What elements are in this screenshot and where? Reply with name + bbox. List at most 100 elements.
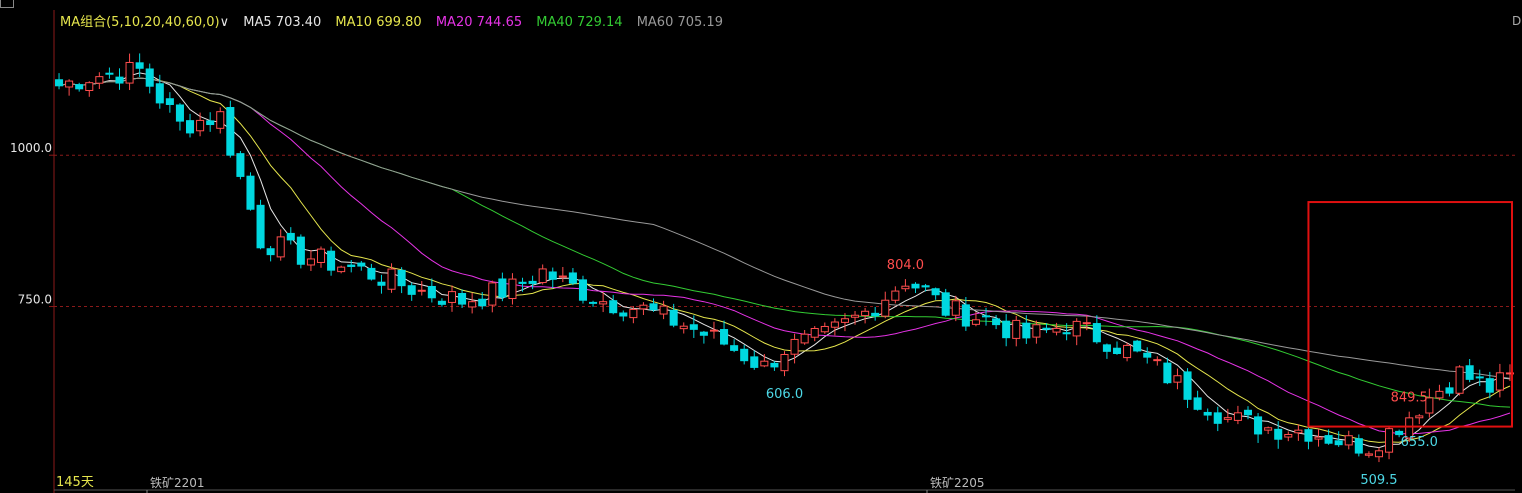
candle-body <box>1123 344 1132 359</box>
candle-body <box>1092 323 1101 343</box>
candle-body <box>578 279 588 301</box>
candle-body <box>941 292 950 316</box>
candle-body <box>1364 453 1373 456</box>
candlestick-chart: 750.0 1000.0 606.0 804.0 509.5 849.5 655.0 145… <box>10 10 1515 493</box>
candle-body <box>95 76 104 84</box>
candle-body <box>1112 347 1122 355</box>
ma-legend: MA组合(5,10,20,40,60,0)∨ MA5 703.40 MA10 6… <box>60 11 733 30</box>
candle-body <box>1052 327 1061 333</box>
candle-body <box>931 288 940 296</box>
candle-body <box>256 204 265 249</box>
candle-body <box>337 266 346 273</box>
candle-body <box>468 301 477 308</box>
candle-body <box>599 301 608 305</box>
candle-body <box>901 285 910 290</box>
candle-body <box>1324 435 1333 444</box>
candle-body <box>639 304 648 310</box>
candle-body <box>246 175 255 210</box>
legend-ma40: MA40 729.14 <box>536 15 623 30</box>
candle-body <box>589 301 598 304</box>
candle-body <box>488 282 497 306</box>
candle-body <box>538 268 547 284</box>
chevron-down-icon[interactable]: ∨ <box>220 15 230 30</box>
candle-body <box>861 310 870 317</box>
ma-group-selector[interactable]: MA组合(5,10,20,40,60,0)∨ <box>60 15 233 30</box>
candle-body <box>1465 365 1474 380</box>
ma-group-label[interactable]: MA组合(5,10,20,40,60,0) <box>60 15 220 30</box>
ma60-line <box>58 77 1511 379</box>
candle-body <box>125 61 134 84</box>
candle-body <box>1143 352 1152 358</box>
candle-body <box>1042 327 1051 330</box>
candle-body <box>1243 409 1253 416</box>
candle-body <box>1284 433 1293 438</box>
candle-body <box>790 338 799 355</box>
candle-body <box>911 283 920 289</box>
contract-label: 铁矿2205 <box>930 476 985 490</box>
candle-body <box>830 321 839 328</box>
candle-body <box>528 280 537 284</box>
candle-body <box>367 267 376 280</box>
candle-body <box>961 304 970 327</box>
candle-body <box>1475 376 1484 379</box>
candle-body <box>1133 340 1142 352</box>
candle-body <box>548 271 557 280</box>
candle-body <box>1012 319 1021 339</box>
candle-body <box>115 76 124 84</box>
candle-body <box>206 120 215 126</box>
candle-body <box>447 291 457 303</box>
candle-body <box>1002 320 1011 339</box>
candle-body <box>1203 411 1212 416</box>
candle-body <box>498 278 507 298</box>
candle-body <box>377 281 386 286</box>
legend-ma20: MA20 744.65 <box>435 15 523 30</box>
candle-body <box>992 318 1001 326</box>
candle-body <box>296 236 305 265</box>
candle-body <box>810 327 819 338</box>
candle-body <box>1022 322 1031 339</box>
candle-body <box>689 324 698 330</box>
candle-body <box>730 345 739 351</box>
candle-body <box>387 268 396 290</box>
candle-body <box>679 325 688 330</box>
candle-body <box>558 275 567 278</box>
candle-body <box>1274 428 1283 440</box>
candle-body <box>981 315 991 318</box>
candle-body <box>649 303 658 311</box>
candle-body <box>145 68 154 87</box>
candle-body <box>458 293 467 305</box>
candle-body <box>780 353 789 372</box>
candle-body <box>478 298 487 307</box>
candle-body <box>347 264 356 267</box>
candle-body <box>1213 412 1222 424</box>
candle-body <box>1334 440 1343 446</box>
candle-body <box>196 119 205 132</box>
candle-body <box>266 248 275 256</box>
extreme-label: 655.0 <box>1401 435 1438 450</box>
candle-body <box>740 348 749 362</box>
ma20-line <box>58 77 1511 435</box>
extreme-label: 849.5 <box>1391 391 1428 406</box>
legend-ma10: MA10 699.80 <box>335 15 422 30</box>
extreme-label: 804.0 <box>887 258 924 273</box>
candle-body <box>568 272 577 284</box>
candle-body <box>155 83 164 104</box>
candle-body <box>175 104 184 122</box>
candle-body <box>327 250 336 271</box>
candle-body <box>1153 359 1162 362</box>
candle-body <box>720 329 729 345</box>
candle-body <box>709 329 718 332</box>
candle-body <box>659 305 668 315</box>
candle-body <box>165 98 174 105</box>
legend-ma60: MA60 705.19 <box>636 15 723 30</box>
candle-body <box>135 62 144 69</box>
period-label: 145天 <box>56 475 94 490</box>
candle-body <box>891 290 900 301</box>
candle-body <box>1314 436 1323 440</box>
candle-body <box>316 248 326 263</box>
candle-body <box>1455 366 1464 394</box>
candle-body <box>1294 429 1303 434</box>
candle-body <box>1485 378 1494 393</box>
candle-body <box>770 362 779 368</box>
candle-body <box>407 285 416 295</box>
